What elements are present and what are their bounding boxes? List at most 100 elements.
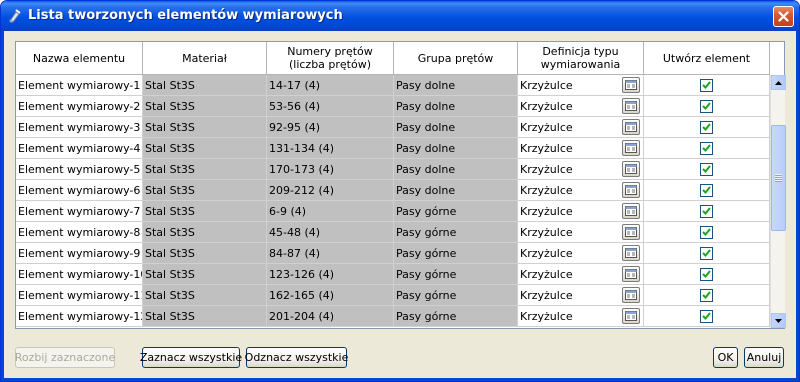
cell-bar-numbers: 170-173 (4) [267, 159, 394, 180]
definition-picker-button[interactable] [622, 287, 640, 303]
table-row[interactable]: Element wymiarowy-10 Stal St3S 123-126 (4)… [16, 264, 770, 285]
select-all-button[interactable]: Zaznacz wszystkie [140, 347, 242, 368]
cancel-button[interactable]: Anuluj [744, 347, 784, 368]
arrow-down-icon [775, 318, 782, 323]
column-header-bar-group[interactable]: Grupa prętów [394, 42, 518, 75]
column-header-definition[interactable]: Definicja typu wymiarowania [518, 42, 644, 75]
table-row[interactable]: Element wymiarowy-3 Stal St3S 92-95 (4) Pas… [16, 117, 770, 138]
definition-label: Krzyżulce [520, 141, 573, 155]
scroll-up-button[interactable] [771, 75, 786, 90]
checkmark-icon [702, 165, 711, 173]
definition-picker-button[interactable] [622, 245, 640, 261]
definition-picker-button[interactable] [622, 119, 640, 135]
create-element-checkbox[interactable] [700, 246, 713, 260]
create-element-checkbox[interactable] [700, 204, 713, 218]
definition-picker-button[interactable] [622, 266, 640, 282]
definition-label: Krzyżulce [520, 288, 573, 302]
create-element-checkbox[interactable] [700, 183, 713, 197]
definition-picker-button[interactable] [622, 161, 640, 177]
cell-element-name[interactable]: Element wymiarowy-4 [16, 138, 143, 159]
cell-definition[interactable]: Krzyżulce [518, 243, 644, 264]
cell-definition[interactable]: Krzyżulce [518, 264, 644, 285]
cell-element-name[interactable]: Element wymiarowy-3 [16, 117, 143, 138]
cell-element-name[interactable]: Element wymiarowy-10 [16, 264, 143, 285]
cell-bar-group: Pasy dolne [394, 180, 518, 201]
cell-element-name[interactable]: Element wymiarowy-6 [16, 180, 143, 201]
split-selected-button[interactable]: Rozbij zaznaczone [15, 347, 115, 368]
table-row[interactable]: Element wymiarowy-7 Stal St3S 6-9 (4) Pasy … [16, 201, 770, 222]
ok-button[interactable]: OK [713, 347, 738, 368]
definition-picker-button[interactable] [622, 77, 640, 93]
deselect-all-button[interactable]: Odznacz wszystkie [245, 347, 348, 368]
column-header-material[interactable]: Materiał [143, 42, 267, 75]
title-bar[interactable]: Lista tworzonych elementów wymiarowych [1, 1, 799, 31]
cell-create [644, 159, 770, 180]
table-row[interactable]: Element wymiarowy-2 Stal St3S 53-56 (4) Pas… [16, 96, 770, 117]
cell-definition[interactable]: Krzyżulce [518, 138, 644, 159]
cell-definition[interactable]: Krzyżulce [518, 306, 644, 327]
table-row[interactable]: Element wymiarowy-1 Stal St3S 14-17 (4) Pas… [16, 75, 770, 96]
create-element-checkbox[interactable] [700, 99, 713, 113]
cell-bar-group: Pasy górne [394, 201, 518, 222]
create-element-checkbox[interactable] [700, 267, 713, 281]
definition-picker-button[interactable] [622, 140, 640, 156]
cell-element-name[interactable]: Element wymiarowy-8 [16, 222, 143, 243]
table-row[interactable]: Element wymiarowy-5 Stal St3S 170-173 (4) P… [16, 159, 770, 180]
cell-element-name[interactable]: Element wymiarowy-9 [16, 243, 143, 264]
cell-definition[interactable]: Krzyżulce [518, 180, 644, 201]
scroll-thumb[interactable] [771, 125, 786, 231]
vertical-scrollbar[interactable] [770, 75, 786, 328]
cell-material: Stal St3S [143, 306, 267, 327]
cell-definition[interactable]: Krzyżulce [518, 117, 644, 138]
cell-create [644, 96, 770, 117]
cell-element-name[interactable]: Element wymiarowy-7 [16, 201, 143, 222]
cell-definition[interactable]: Krzyżulce [518, 201, 644, 222]
table-row[interactable]: Element wymiarowy-9 Stal St3S 84-87 (4) Pas… [16, 243, 770, 264]
cell-element-name[interactable]: Element wymiarowy-1 [16, 75, 143, 96]
table-body: Element wymiarowy-1 Stal St3S 14-17 (4) Pas… [16, 75, 770, 328]
list-icon [625, 227, 637, 237]
cell-definition[interactable]: Krzyżulce [518, 222, 644, 243]
column-header-create[interactable]: Utwórz element [644, 42, 770, 75]
cell-bar-numbers: 162-165 (4) [267, 285, 394, 306]
definition-picker-button[interactable] [622, 182, 640, 198]
cell-create [644, 306, 770, 327]
checkmark-icon [702, 249, 711, 257]
create-element-checkbox[interactable] [700, 225, 713, 239]
cell-element-name[interactable]: Element wymiarowy-11 [16, 285, 143, 306]
table-row[interactable]: Element wymiarowy-4 Stal St3S 131-134 (4) P… [16, 138, 770, 159]
definition-label: Krzyżulce [520, 246, 573, 260]
definition-picker-button[interactable] [622, 224, 640, 240]
cell-element-name[interactable]: Element wymiarowy-2 [16, 96, 143, 117]
create-element-checkbox[interactable] [700, 141, 713, 155]
list-icon [625, 290, 637, 300]
definition-picker-button[interactable] [622, 308, 640, 324]
table-row[interactable]: Element wymiarowy-12 Stal St3S 201-204 (4)… [16, 306, 770, 327]
create-element-checkbox[interactable] [700, 78, 713, 92]
cell-element-name[interactable]: Element wymiarowy-12 [16, 306, 143, 327]
cell-material: Stal St3S [143, 75, 267, 96]
cell-definition[interactable]: Krzyżulce [518, 75, 644, 96]
column-header-name[interactable]: Nazwa elementu [16, 42, 143, 75]
cell-element-name[interactable]: Element wymiarowy-5 [16, 159, 143, 180]
scroll-down-button[interactable] [771, 313, 786, 328]
table-row[interactable]: Element wymiarowy-6 Stal St3S 209-212 (4) P… [16, 180, 770, 201]
create-element-checkbox[interactable] [700, 120, 713, 134]
close-button[interactable] [773, 6, 794, 27]
create-element-checkbox[interactable] [700, 309, 713, 323]
create-element-checkbox[interactable] [700, 288, 713, 302]
checkmark-icon [702, 312, 711, 320]
cell-definition[interactable]: Krzyżulce [518, 96, 644, 117]
cell-create [644, 243, 770, 264]
column-header-bar-numbers[interactable]: Numery prętów (liczba prętów) [267, 42, 394, 75]
cell-definition[interactable]: Krzyżulce [518, 285, 644, 306]
cell-create [644, 180, 770, 201]
list-icon [625, 164, 637, 174]
definition-picker-button[interactable] [622, 98, 640, 114]
table-row[interactable]: Element wymiarowy-8 Stal St3S 45-48 (4) Pas… [16, 222, 770, 243]
create-element-checkbox[interactable] [700, 162, 713, 176]
definition-picker-button[interactable] [622, 203, 640, 219]
cell-definition[interactable]: Krzyżulce [518, 159, 644, 180]
table-row[interactable]: Element wymiarowy-11 Stal St3S 162-165 (4)… [16, 285, 770, 306]
grip-icon [775, 174, 782, 182]
